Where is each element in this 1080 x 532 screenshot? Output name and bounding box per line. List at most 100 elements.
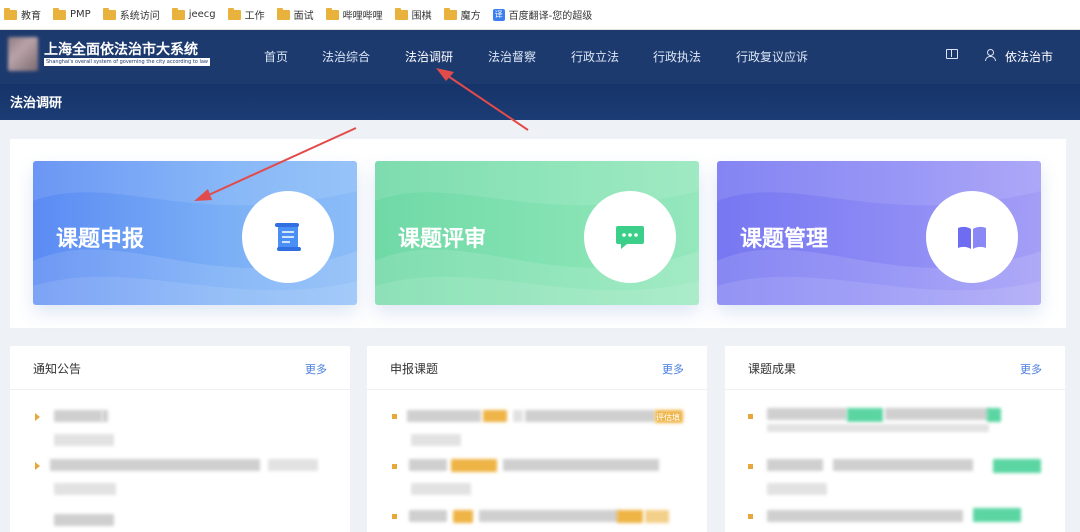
status-tag xyxy=(973,508,1021,522)
nav-admin-enforcement[interactable]: 行政执法 xyxy=(653,48,701,65)
status-tag-text: 评估填 xyxy=(656,413,680,422)
panel-title: 课题成果 xyxy=(748,362,797,376)
bookmark-item[interactable]: 面试 xyxy=(276,7,314,22)
list-item[interactable] xyxy=(767,408,847,420)
nav-law-research[interactable]: 法治调研 xyxy=(405,48,453,65)
bullet-icon xyxy=(392,414,397,419)
list-item-part xyxy=(503,459,659,471)
list-item-highlight xyxy=(847,408,883,422)
list-item-highlight xyxy=(453,510,473,523)
bookmark-item[interactable]: 围棋 xyxy=(394,7,432,22)
user-icon[interactable] xyxy=(984,49,996,61)
folder-icon xyxy=(171,7,185,20)
list-item[interactable] xyxy=(407,410,481,422)
nav-law-supervision[interactable]: 法治督察 xyxy=(488,48,536,65)
list-item-date xyxy=(411,483,471,495)
card-label: 课题评审 xyxy=(398,227,487,252)
user-name[interactable]: 依法治市 xyxy=(1005,48,1053,65)
top-nav: 上海全面依法治市大系统 Shanghai's overall system of… xyxy=(0,30,1080,84)
folder-icon xyxy=(394,7,408,20)
more-link[interactable]: 更多 xyxy=(1020,361,1042,377)
panel-header: 课题成果 更多 xyxy=(725,346,1065,390)
bookmark-item[interactable]: 工作 xyxy=(227,7,265,22)
panel-title: 通知公告 xyxy=(33,362,82,376)
list-item[interactable] xyxy=(767,459,823,471)
bookmark-item[interactable]: 译百度翻译-您的超级 xyxy=(492,7,592,22)
topic-manage-card[interactable]: 课题管理 xyxy=(717,161,1041,305)
more-link[interactable]: 更多 xyxy=(662,361,684,377)
bookmark-item[interactable]: jeecg xyxy=(171,7,216,20)
card-label: 课题管理 xyxy=(740,227,829,252)
more-link[interactable]: 更多 xyxy=(305,361,327,377)
list-item[interactable] xyxy=(54,514,114,526)
list-item-date xyxy=(54,434,114,446)
folder-icon xyxy=(443,7,457,20)
panel-title: 申报课题 xyxy=(390,362,439,376)
list-item-highlight xyxy=(451,459,497,472)
card-icon-circle xyxy=(242,191,334,283)
nav-admin-reconsideration[interactable]: 行政复议应诉 xyxy=(736,48,808,65)
bullet-icon xyxy=(35,462,40,470)
scroll-icon xyxy=(275,223,301,251)
logo xyxy=(8,37,38,71)
panel-header: 申报课题 更多 xyxy=(367,346,707,390)
topic-review-card[interactable]: 课题评审 xyxy=(375,161,699,305)
book-icon xyxy=(958,226,986,249)
list-item-part xyxy=(525,410,655,422)
feature-cards-panel: 课题申报 课题评审 课题管理 xyxy=(10,139,1066,328)
list-item-highlight xyxy=(645,510,669,523)
list-item-highlight xyxy=(617,510,643,523)
chat-bubble-icon xyxy=(616,226,644,249)
list-item-part xyxy=(767,424,989,432)
list-item-date xyxy=(767,483,827,495)
list-item[interactable] xyxy=(409,459,447,471)
notice-panel: 通知公告 更多 xyxy=(10,346,350,532)
topic-results-panel: 课题成果 更多 xyxy=(725,346,1065,532)
list-item[interactable] xyxy=(54,410,102,422)
bullet-icon xyxy=(748,464,753,469)
card-icon-circle xyxy=(926,191,1018,283)
book-open-icon[interactable] xyxy=(946,49,958,59)
page-title: 法治调研 xyxy=(10,96,63,111)
folder-icon xyxy=(102,7,116,20)
applied-topics-panel: 申报课题 更多 评估填 xyxy=(367,346,707,532)
nav-law-general[interactable]: 法治综合 xyxy=(322,48,370,65)
card-label: 课题申报 xyxy=(56,227,145,252)
list-item-part xyxy=(102,410,108,422)
bullet-icon xyxy=(748,514,753,519)
panel-header: 通知公告 更多 xyxy=(10,346,350,390)
site-subtitle: Shanghai's overall system of governing t… xyxy=(44,58,210,66)
nav-home[interactable]: 首页 xyxy=(264,48,288,65)
bullet-icon xyxy=(392,464,397,469)
bookmark-item[interactable]: 哔哩哔哩 xyxy=(325,7,383,22)
bullet-icon xyxy=(35,413,40,421)
bookmark-item[interactable]: 魔方 xyxy=(443,7,481,22)
list-item-part xyxy=(833,459,973,471)
list-item-part xyxy=(479,510,619,522)
bullet-icon xyxy=(392,514,397,519)
topic-apply-card[interactable]: 课题申报 xyxy=(33,161,357,305)
status-tag xyxy=(993,459,1041,473)
list-item[interactable] xyxy=(409,510,447,522)
status-tag xyxy=(987,408,1001,422)
list-item[interactable] xyxy=(50,459,260,471)
list-item-date xyxy=(411,434,461,446)
list-item-date xyxy=(54,483,116,495)
bookmarks-bar: 教育 PMP 系统访问 jeecg 工作 面试 哔哩哔哩 围棋 魔方 译百度翻译… xyxy=(0,0,1080,30)
bullet-icon xyxy=(748,414,753,419)
list-item-highlight xyxy=(483,410,507,422)
page-title-bar: 法治调研 xyxy=(0,84,1080,120)
list-item-part xyxy=(513,410,523,422)
list-item-part xyxy=(885,408,989,420)
folder-icon xyxy=(53,7,66,20)
folder-icon xyxy=(227,7,241,20)
list-item[interactable] xyxy=(767,510,963,522)
translate-icon: 译 xyxy=(492,8,505,21)
site-title[interactable]: 上海全面依法治市大系统 xyxy=(44,39,198,59)
bookmark-item[interactable]: 系统访问 xyxy=(102,7,160,22)
folder-icon xyxy=(276,7,290,20)
card-icon-circle xyxy=(584,191,676,283)
nav-admin-legislation[interactable]: 行政立法 xyxy=(571,48,619,65)
bookmark-item[interactable]: 教育 xyxy=(4,7,41,22)
bookmark-item[interactable]: PMP xyxy=(53,7,91,20)
